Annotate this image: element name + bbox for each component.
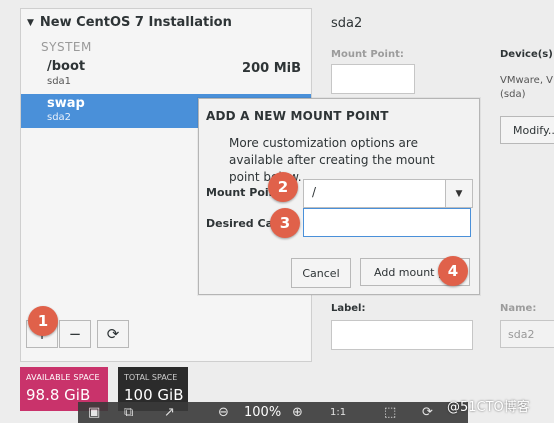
mount-point-input[interactable]: [331, 64, 415, 94]
desired-capacity-input[interactable]: [303, 208, 471, 237]
mount-point-label: Mount Point:: [331, 49, 404, 60]
devices-value-line: VMware, V: [500, 75, 554, 86]
system-section-label: SYSTEM: [41, 40, 92, 54]
rotate-icon[interactable]: ⟳: [422, 405, 433, 420]
installation-title: New CentOS 7 Installation: [39, 15, 232, 30]
mount-point-device: sda1: [47, 76, 72, 87]
step-badge: 2: [268, 172, 298, 202]
devices-value: VMware, V (sda): [500, 74, 553, 102]
cancel-button[interactable]: Cancel: [291, 258, 351, 288]
zoom-in-icon[interactable]: ⊕: [292, 405, 303, 420]
step-badge: 4: [438, 256, 468, 286]
installation-header[interactable]: ▼ New CentOS 7 Installation: [27, 15, 232, 30]
mount-point-combobox[interactable]: / ▼: [303, 179, 473, 208]
watermark: @51CTO博客: [447, 400, 530, 415]
minus-icon: −: [68, 325, 82, 343]
refresh-button[interactable]: ⟳: [97, 320, 129, 348]
image-viewer-toolbar: ▣ ⧉ ↗ ⊖ 100% ⊕ 1:1 ⬚ ⟳: [78, 402, 468, 423]
chevron-down-icon[interactable]: ▼: [445, 180, 472, 207]
selected-device-title: sda2: [331, 16, 363, 31]
name-input[interactable]: sda2: [500, 320, 554, 348]
total-space-label: TOTAL SPACE: [124, 373, 178, 382]
modify-button[interactable]: Modify...: [500, 116, 554, 144]
mount-point-combobox-value: /: [312, 185, 317, 199]
add-mount-point-dialog: ADD A NEW MOUNT POINT More customization…: [198, 98, 480, 295]
mount-point-row-boot[interactable]: /boot sda1 200 MiB: [21, 55, 311, 93]
devices-label: Device(s):: [500, 49, 554, 60]
zoom-out-icon[interactable]: ⊖: [218, 405, 229, 420]
available-space-label: AVAILABLE SPACE: [26, 373, 100, 382]
zoom-level: 100%: [244, 405, 282, 420]
crop-icon[interactable]: ⬚: [384, 405, 396, 420]
devices-value-line: (sda): [500, 89, 526, 100]
mount-point-device: sda2: [47, 112, 72, 123]
mount-point-name: /boot: [47, 59, 86, 74]
save-icon[interactable]: ▣: [88, 405, 100, 420]
mount-point-name: swap: [47, 96, 85, 111]
remove-mount-point-button[interactable]: −: [59, 320, 91, 348]
name-field-label: Name:: [500, 303, 537, 314]
fit-window-icon[interactable]: ⧉: [124, 405, 133, 420]
step-badge: 3: [270, 208, 300, 238]
mount-point-size: 200 MiB: [242, 61, 301, 76]
actual-size-icon[interactable]: 1:1: [330, 407, 346, 418]
collapse-triangle-icon[interactable]: ▼: [27, 18, 34, 28]
share-icon[interactable]: ↗: [164, 405, 175, 420]
label-input[interactable]: [331, 320, 473, 350]
step-badge: 1: [28, 306, 58, 336]
dialog-title: ADD A NEW MOUNT POINT: [206, 109, 389, 123]
label-field-label: Label:: [331, 303, 366, 314]
mount-point-field-label: Mount Poin: [206, 186, 277, 199]
refresh-icon: ⟳: [106, 325, 120, 343]
